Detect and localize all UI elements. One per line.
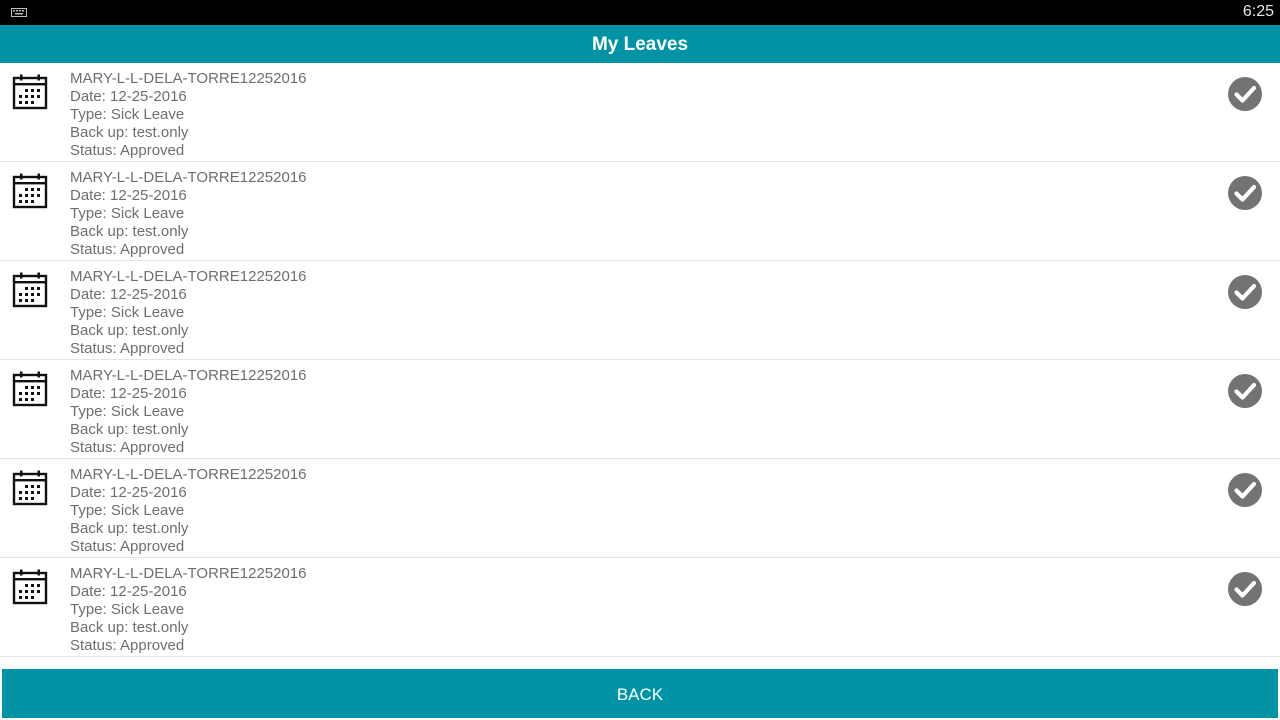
leave-type: Type: Sick Leave bbox=[70, 106, 185, 123]
check-circle-icon bbox=[1228, 77, 1262, 111]
leave-details: MARY-L-L-DELA-TORRE12252016 Date: 12-25-… bbox=[70, 565, 307, 655]
leave-type: Type: Sick Leave bbox=[70, 601, 185, 618]
check-circle-icon bbox=[1228, 473, 1262, 507]
leave-backup: Back up: test.only bbox=[70, 124, 189, 141]
leave-id: MARY-L-L-DELA-TORRE12252016 bbox=[70, 169, 307, 186]
keyboard-icon bbox=[11, 8, 27, 17]
leave-status: Status: Approved bbox=[70, 340, 185, 357]
leave-details: MARY-L-L-DELA-TORRE12252016 Date: 12-25-… bbox=[70, 268, 307, 358]
leave-backup: Back up: test.only bbox=[70, 520, 189, 537]
status-clock: 6:25 bbox=[1242, 3, 1274, 20]
leave-list-item[interactable]: MARY-L-L-DELA-TORRE12252016 Date: 12-25-… bbox=[0, 558, 1280, 657]
calendar-icon bbox=[12, 74, 48, 110]
check-circle-icon bbox=[1228, 176, 1262, 210]
status-bar: 6:25 bbox=[0, 0, 1280, 25]
leave-date: Date: 12-25-2016 bbox=[70, 187, 187, 204]
leave-id: MARY-L-L-DELA-TORRE12252016 bbox=[70, 268, 307, 285]
leave-date: Date: 12-25-2016 bbox=[70, 385, 187, 402]
leave-list-item[interactable]: MARY-L-L-DELA-TORRE12252016 Date: 12-25-… bbox=[0, 162, 1280, 261]
leave-status: Status: Approved bbox=[70, 439, 185, 456]
leave-details: MARY-L-L-DELA-TORRE12252016 Date: 12-25-… bbox=[70, 367, 307, 457]
leave-date: Date: 12-25-2016 bbox=[70, 286, 187, 303]
calendar-icon bbox=[12, 569, 48, 605]
leave-details: MARY-L-L-DELA-TORRE12252016 Date: 12-25-… bbox=[70, 466, 307, 556]
leave-date: Date: 12-25-2016 bbox=[70, 583, 187, 600]
back-button[interactable]: BACK bbox=[2, 669, 1278, 718]
leave-status: Status: Approved bbox=[70, 142, 185, 159]
leave-details: MARY-L-L-DELA-TORRE12252016 Date: 12-25-… bbox=[70, 169, 307, 259]
calendar-icon bbox=[12, 272, 48, 308]
leave-list-item[interactable]: MARY-L-L-DELA-TORRE12252016 Date: 12-25-… bbox=[0, 63, 1280, 162]
check-circle-icon bbox=[1228, 275, 1262, 309]
calendar-icon bbox=[12, 173, 48, 209]
leave-list-item[interactable]: MARY-L-L-DELA-TORRE12252016 Date: 12-25-… bbox=[0, 261, 1280, 360]
leave-list-item[interactable]: MARY-L-L-DELA-TORRE12252016 Date: 12-25-… bbox=[0, 360, 1280, 459]
leave-status: Status: Approved bbox=[70, 637, 185, 654]
leave-status: Status: Approved bbox=[70, 538, 185, 555]
leave-backup: Back up: test.only bbox=[70, 322, 189, 339]
calendar-icon bbox=[12, 470, 48, 506]
leave-backup: Back up: test.only bbox=[70, 223, 189, 240]
leave-type: Type: Sick Leave bbox=[70, 502, 185, 519]
leave-list: MARY-L-L-DELA-TORRE12252016 Date: 12-25-… bbox=[0, 63, 1280, 657]
leave-type: Type: Sick Leave bbox=[70, 205, 185, 222]
leave-id: MARY-L-L-DELA-TORRE12252016 bbox=[70, 70, 307, 87]
page-title: My Leaves bbox=[0, 25, 1280, 63]
leave-details: MARY-L-L-DELA-TORRE12252016 Date: 12-25-… bbox=[70, 70, 307, 160]
check-circle-icon bbox=[1228, 572, 1262, 606]
leave-status: Status: Approved bbox=[70, 241, 185, 258]
calendar-icon bbox=[12, 371, 48, 407]
leave-id: MARY-L-L-DELA-TORRE12252016 bbox=[70, 367, 307, 384]
leave-date: Date: 12-25-2016 bbox=[70, 484, 187, 501]
leave-id: MARY-L-L-DELA-TORRE12252016 bbox=[70, 466, 307, 483]
leave-id: MARY-L-L-DELA-TORRE12252016 bbox=[70, 565, 307, 582]
leave-backup: Back up: test.only bbox=[70, 421, 189, 438]
leave-list-item[interactable]: MARY-L-L-DELA-TORRE12252016 Date: 12-25-… bbox=[0, 459, 1280, 558]
check-circle-icon bbox=[1228, 374, 1262, 408]
leave-backup: Back up: test.only bbox=[70, 619, 189, 636]
leave-date: Date: 12-25-2016 bbox=[70, 88, 187, 105]
leave-type: Type: Sick Leave bbox=[70, 304, 185, 321]
leave-type: Type: Sick Leave bbox=[70, 403, 185, 420]
